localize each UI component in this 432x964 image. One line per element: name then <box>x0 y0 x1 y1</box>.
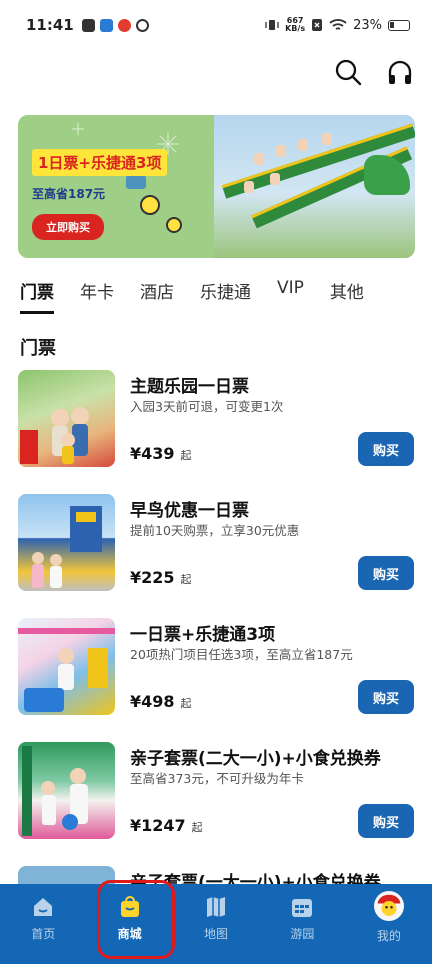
nav-visit-label: 游园 <box>290 927 315 941</box>
sim-icon <box>312 19 323 31</box>
home-icon <box>34 898 53 916</box>
mail-icon <box>81 18 95 32</box>
product-description: 入园3天前可退，可变更1次 <box>130 399 284 414</box>
price-value: ¥225 <box>130 568 175 587</box>
avatar-icon <box>373 891 404 921</box>
category-tabs: 门票 年卡 酒店 乐捷通 VIP 其他 <box>20 278 390 314</box>
wifi-icon <box>329 19 347 30</box>
rider <box>298 139 308 151</box>
tab-tickets[interactable]: 门票 <box>20 278 54 314</box>
system-icons: 667 KB/s 23% <box>265 17 410 33</box>
status-time: 11:41 <box>26 16 74 34</box>
nav-profile[interactable]: 我的 <box>346 884 432 964</box>
duck-mascot-icon <box>166 217 182 233</box>
product-name: 早鸟优惠一日票 <box>130 501 249 521</box>
rider <box>254 153 264 165</box>
calendar-icon <box>292 899 313 917</box>
product-price: ¥225 起 <box>130 568 192 587</box>
tab-annual-pass[interactable]: 年卡 <box>80 278 114 314</box>
buy-button[interactable]: 购买 <box>358 432 414 466</box>
tab-express-pass[interactable]: 乐捷通 <box>200 278 251 314</box>
product-description: 20项热门项目任选3项，至高立省187元 <box>130 647 353 662</box>
nav-home[interactable]: 首页 <box>0 884 86 964</box>
product-item[interactable]: 一日票+乐捷通3项 20项热门项目任选3项，至高立省187元 ¥498 起 购买 <box>18 618 414 718</box>
price-suffix: 起 <box>191 821 203 834</box>
product-name: 亲子套票(二大一小)+小食兑换券 <box>130 749 381 769</box>
banner-buy-button[interactable]: 立即购买 <box>32 214 104 240</box>
product-name: 一日票+乐捷通3项 <box>130 625 276 645</box>
product-item[interactable]: 早鸟优惠一日票 提前10天购票，立享30元优惠 ¥225 起 购买 <box>18 494 414 594</box>
duck-mascot-icon <box>140 195 160 215</box>
price-suffix: 起 <box>180 573 192 586</box>
battery-icon <box>388 19 410 31</box>
search-icon[interactable] <box>334 58 362 88</box>
nav-visit[interactable]: 游园 <box>259 884 345 964</box>
rider <box>244 181 254 193</box>
price-value: ¥1247 <box>130 816 186 835</box>
nav-map-label: 地图 <box>204 927 229 941</box>
app-notification-icon <box>99 18 113 32</box>
rider <box>270 173 280 185</box>
buy-button[interactable]: 购买 <box>358 804 414 838</box>
bottom-navigation: 首页 商城 地图 游园 我的 <box>0 884 432 964</box>
headset-icon[interactable] <box>386 58 414 88</box>
map-icon <box>207 897 226 917</box>
banner-title: 1日票+乐捷通3项 <box>32 149 168 176</box>
product-thumbnail <box>18 742 115 839</box>
price-suffix: 起 <box>180 697 192 710</box>
tab-vip[interactable]: VIP <box>277 278 304 314</box>
product-description: 提前10天购票，立享30元优惠 <box>130 523 300 538</box>
product-price: ¥1247 起 <box>130 816 203 835</box>
vibrate-icon <box>265 20 279 30</box>
status-bar: 11:41 667 KB/s 23% <box>0 0 432 50</box>
network-speed: 667 KB/s <box>285 17 305 33</box>
nav-map[interactable]: 地图 <box>173 884 259 964</box>
weibo-icon <box>117 18 131 32</box>
product-thumbnail <box>18 618 115 715</box>
nav-home-label: 首页 <box>31 927 56 941</box>
product-description: 至高省373元，不可升级为年卡 <box>130 771 304 786</box>
price-value: ¥498 <box>130 692 175 711</box>
net-speed-unit: KB/s <box>285 24 306 33</box>
product-item[interactable]: 亲子套票(二大一小)+小食兑换券 至高省373元，不可升级为年卡 ¥1247 起 … <box>18 742 414 842</box>
buy-button[interactable]: 购买 <box>358 680 414 714</box>
product-thumbnail <box>18 494 115 591</box>
roller-coaster-photo <box>214 115 415 258</box>
product-item[interactable]: 主题乐园一日票 入园3天前可退，可变更1次 ¥439 起 购买 <box>18 370 414 470</box>
rider <box>276 145 286 157</box>
nav-profile-label: 我的 <box>376 929 401 943</box>
link-icon <box>135 18 149 32</box>
tab-other[interactable]: 其他 <box>330 278 364 314</box>
banner-text-pane: 1日票+乐捷通3项 至高省187元 立即购买 <box>18 115 214 258</box>
rider <box>322 133 332 145</box>
highlight-ring <box>97 880 175 959</box>
promo-banner[interactable]: 1日票+乐捷通3项 至高省187元 立即购买 <box>18 115 415 258</box>
price-suffix: 起 <box>180 449 192 462</box>
battery-percent: 23% <box>353 17 382 33</box>
buy-button[interactable]: 购买 <box>358 556 414 590</box>
header-actions <box>334 58 414 88</box>
tab-hotel[interactable]: 酒店 <box>140 278 174 314</box>
product-price: ¥498 起 <box>130 692 192 711</box>
product-thumbnail <box>18 370 115 467</box>
section-title: 门票 <box>20 338 56 359</box>
notification-icons <box>81 18 149 32</box>
product-name: 主题乐园一日票 <box>130 377 249 397</box>
banner-subtitle: 至高省187元 <box>32 187 106 201</box>
product-price: ¥439 起 <box>130 444 192 463</box>
price-value: ¥439 <box>130 444 175 463</box>
